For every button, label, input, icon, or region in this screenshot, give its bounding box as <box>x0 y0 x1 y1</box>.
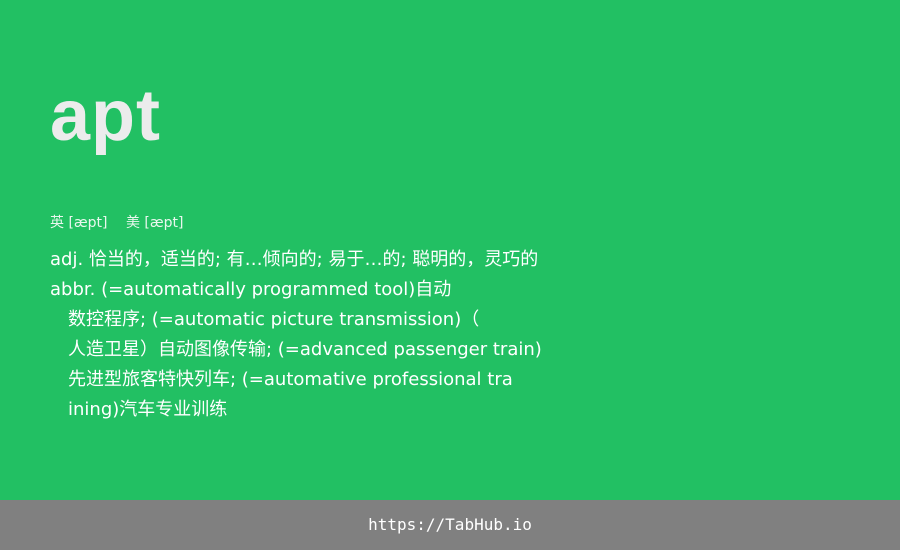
phonetic-us: 美 [æpt] <box>125 215 184 231</box>
definition-line: ining)汽车专业训练 <box>68 399 228 420</box>
phonetics: 英 [æpt] 美 [æpt] <box>50 213 183 233</box>
footer-link[interactable]: https://TabHub.io <box>368 500 532 550</box>
definition-line: adj. 恰当的，适当的; 有…倾向的; 易于…的; 聪明的，灵巧的 <box>50 249 539 270</box>
definition-line: 先进型旅客特快列车; (=automative professional tra <box>68 369 513 390</box>
definition-line: abbr. (=automatically programmed tool)自动 <box>50 279 452 300</box>
phonetic-uk: 英 [æpt] <box>50 215 108 231</box>
definition-line: 人造卫星）自动图像传输; (=advanced passenger train) <box>68 339 542 360</box>
footer-bar: https://TabHub.io <box>0 500 900 550</box>
definitions: adj. 恰当的，适当的; 有…倾向的; 易于…的; 聪明的，灵巧的 abbr.… <box>50 245 610 425</box>
headword: apt <box>50 76 161 156</box>
word-card: apt 英 [æpt] 美 [æpt] adj. 恰当的，适当的; 有…倾向的;… <box>0 0 900 500</box>
definition-line: 数控程序; (=automatic picture transmission)（ <box>68 309 480 330</box>
